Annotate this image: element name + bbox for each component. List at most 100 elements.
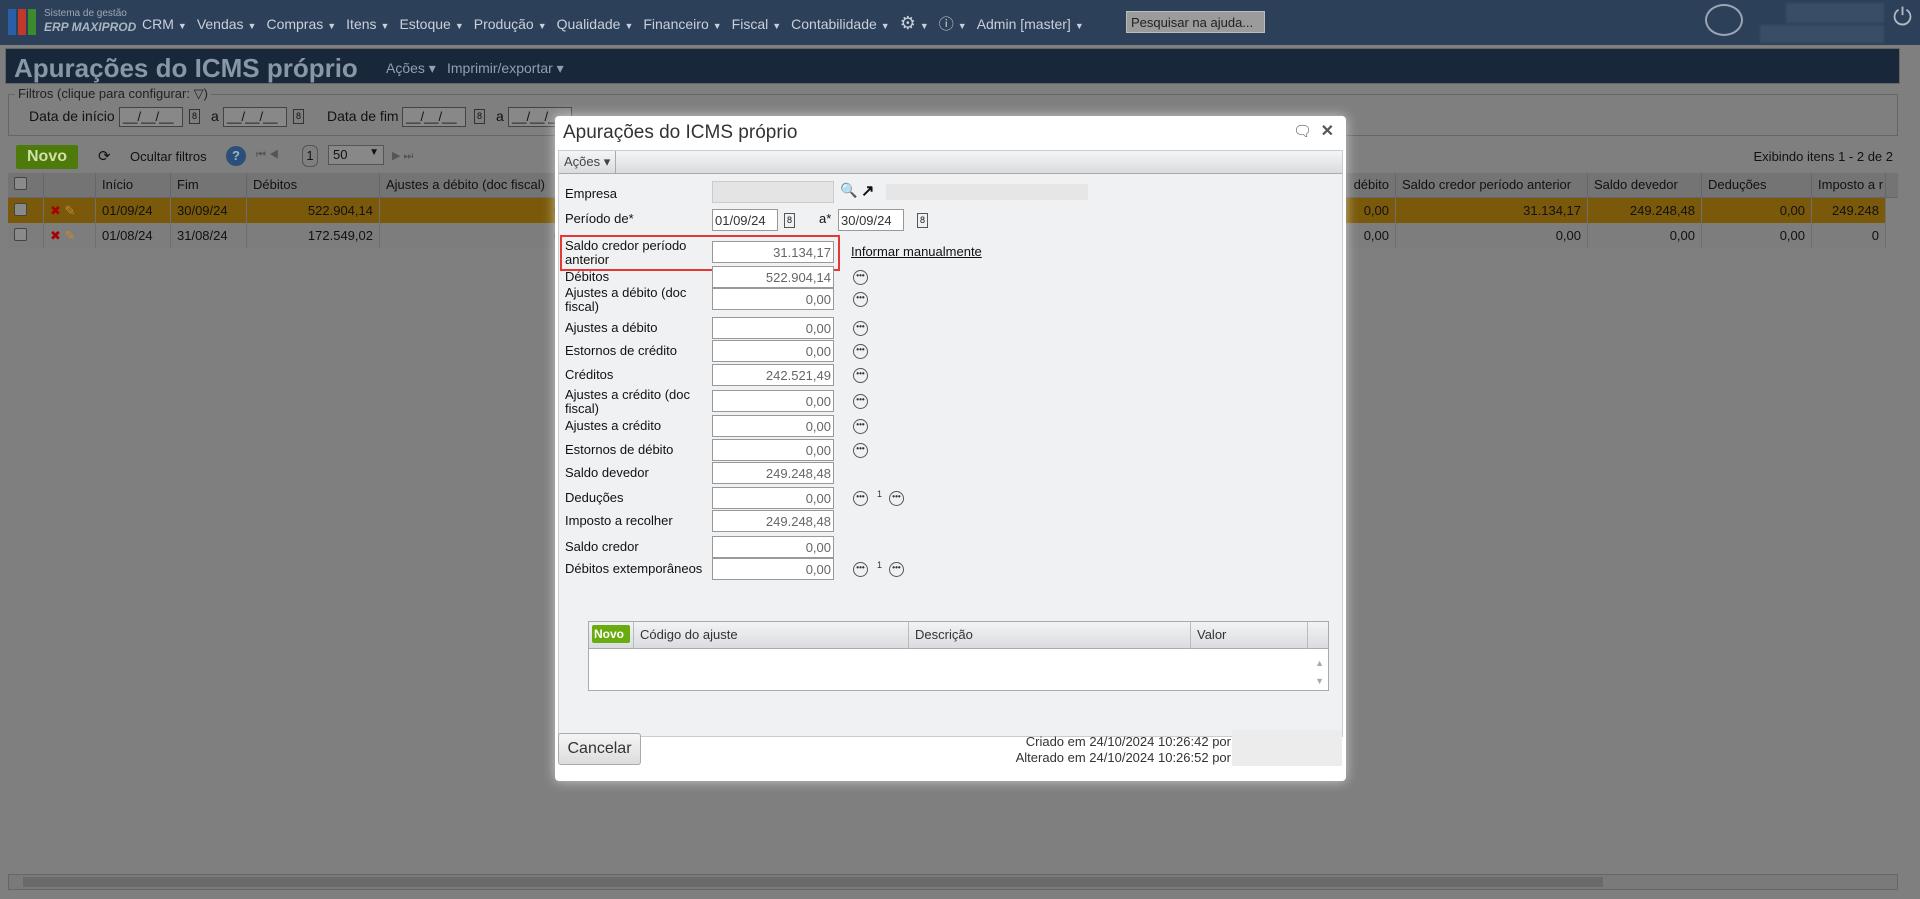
periodo-end-input[interactable]: 30/09/24 [838,209,904,231]
gear-icon[interactable]: ⚙ ▼ [900,13,929,34]
field-label: Ajustes a débito [565,320,658,335]
col-header[interactable]: Fim [171,173,247,198]
cancel-button[interactable]: Cancelar [558,733,641,765]
superscript: 1 [877,489,883,499]
col-header[interactable]: Débitos [247,173,380,198]
nav-contabilidade[interactable]: Contabilidade ▼ [791,16,890,32]
calendar-icon[interactable]: 8 [917,213,928,228]
dialog-form: Ações ▾ Empresa 🔍 ↗ Período de* 01/09/24… [558,150,1343,737]
col-header[interactable]: Código do ajuste [634,622,909,649]
more-options-icon[interactable]: ••• [853,292,868,307]
more-options-icon[interactable]: ••• [853,443,868,458]
open-external-icon[interactable]: ↗ [861,181,874,201]
nav-compras[interactable]: Compras ▼ [266,16,336,32]
delete-icon: ✖ [50,203,61,218]
next-page-icon[interactable]: ▶ ⏭ [392,149,413,163]
row-checkbox[interactable] [8,223,44,248]
field-input[interactable]: 249.248,48 [712,510,834,532]
horizontal-scrollbar[interactable] [8,874,1898,890]
vertical-scrollbar[interactable]: ▲ ▼ [1315,654,1324,690]
col-header[interactable]: Início [96,173,171,198]
chat-icon[interactable] [1705,4,1743,36]
field-input[interactable]: 0,00 [712,390,834,412]
more-options-icon[interactable]: ••• [889,562,904,577]
more-options-icon[interactable]: ••• [853,419,868,434]
actions-menu[interactable]: Ações ▾ [386,60,436,77]
end-date-from-input[interactable]: __/__/__ [402,107,466,127]
col-header[interactable]: Deduções [1702,173,1812,198]
calendar-icon[interactable]: 8 [293,109,304,124]
field-input[interactable]: 249.248,48 [712,462,834,484]
filters-legend[interactable]: Filtros (clique para configurar: ▽) [15,86,211,102]
close-icon[interactable]: ✕ [1321,121,1334,141]
new-button[interactable]: Novo [16,145,78,169]
calendar-icon[interactable]: 8 [784,213,795,228]
nav-producao[interactable]: Produção ▼ [474,16,547,32]
nav-itens[interactable]: Itens ▼ [346,16,389,32]
select-all-header[interactable] [8,173,44,198]
col-header[interactable]: Valor [1191,622,1308,649]
nav-vendas[interactable]: Vendas ▼ [197,16,257,32]
scroll-header [1308,622,1328,649]
refresh-icon[interactable]: ⟳ [98,147,111,165]
dialog-actions-menu[interactable]: Ações ▾ [559,151,617,173]
periodo-start-input[interactable]: 01/09/24 [712,209,778,231]
nav-estoque[interactable]: Estoque ▼ [399,16,463,32]
row-checkbox[interactable] [8,198,44,223]
field-input[interactable]: 0,00 [712,558,834,580]
adj-new-button[interactable]: Novo [592,625,630,643]
field-input[interactable]: 0,00 [712,340,834,362]
saldo-anterior-input[interactable]: 31.134,17 [712,241,834,263]
more-options-icon[interactable]: ••• [889,491,904,506]
calendar-icon[interactable]: 8 [474,109,485,124]
nav-qualidade[interactable]: Qualidade ▼ [557,16,634,32]
start-date-to-input[interactable]: __/__/__ [223,107,287,127]
hide-filters-button[interactable]: Ocultar filtros [130,149,207,164]
help-search-input[interactable]: Pesquisar na ajuda... [1126,11,1265,33]
nav-user[interactable]: Admin [master] ▼ [977,16,1084,32]
top-nav: Sistema de gestão ERP MAXIPROD CRM ▼ Vend… [0,0,1920,45]
page-size-select[interactable]: 50 ▼ [328,145,384,165]
page-number[interactable]: 1 [302,145,318,167]
comment-icon[interactable]: 🗨 [1293,122,1312,140]
nav-financeiro[interactable]: Financeiro ▼ [643,16,721,32]
field-input[interactable]: 0,00 [712,536,834,558]
field-input[interactable]: 0,00 [712,415,834,437]
first-page-icon[interactable]: ⏮ ◀ [256,149,279,162]
field-input[interactable]: 0,00 [712,439,834,461]
nav-fiscal[interactable]: Fiscal ▼ [732,16,781,32]
col-header[interactable]: Saldo credor período anterior [1396,173,1588,198]
scrollbar-thumb[interactable] [23,877,1603,887]
print-export-menu[interactable]: Imprimir/exportar ▾ [447,60,564,77]
row-actions[interactable]: ✖ ✎ [44,198,96,223]
help-icon[interactable]: ⓘ ▼ [939,13,967,34]
cell: 249.248,48 [1588,198,1702,223]
more-options-icon[interactable]: ••• [853,562,868,577]
field-input[interactable]: 0,00 [712,317,834,339]
more-options-icon[interactable]: ••• [853,491,868,506]
field-input[interactable]: 0,00 [712,288,834,310]
more-options-icon[interactable]: ••• [853,270,868,285]
field-input[interactable]: 522.904,14 [712,266,834,288]
field-input[interactable]: 242.521,49 [712,364,834,386]
col-header[interactable]: Imposto a r [1812,173,1886,198]
empresa-input[interactable] [712,181,834,203]
row-actions[interactable]: ✖ ✎ [44,223,96,248]
more-options-icon[interactable]: ••• [853,394,868,409]
calendar-icon[interactable]: 8 [189,109,200,124]
search-icon[interactable]: 🔍 [840,182,857,199]
power-icon[interactable]: ⏻ [1893,4,1912,32]
field-input[interactable]: 0,00 [712,487,834,509]
periodo-label: Período de* [565,211,634,226]
col-header[interactable]: Saldo devedor [1588,173,1702,198]
more-options-icon[interactable]: ••• [853,344,868,359]
manual-entry-link[interactable]: Informar manualmente [851,244,982,259]
nav-crm[interactable]: CRM ▼ [142,16,187,32]
start-date-from-input[interactable]: __/__/__ [119,107,183,127]
more-options-icon[interactable]: ••• [853,321,868,336]
col-header[interactable]: Descrição [909,622,1191,649]
col-header[interactable]: Ajustes a débito (doc fiscal) [380,173,580,198]
help-icon[interactable]: ? [226,146,246,166]
more-options-icon[interactable]: ••• [853,368,868,383]
edit-icon: ✎ [64,228,76,243]
